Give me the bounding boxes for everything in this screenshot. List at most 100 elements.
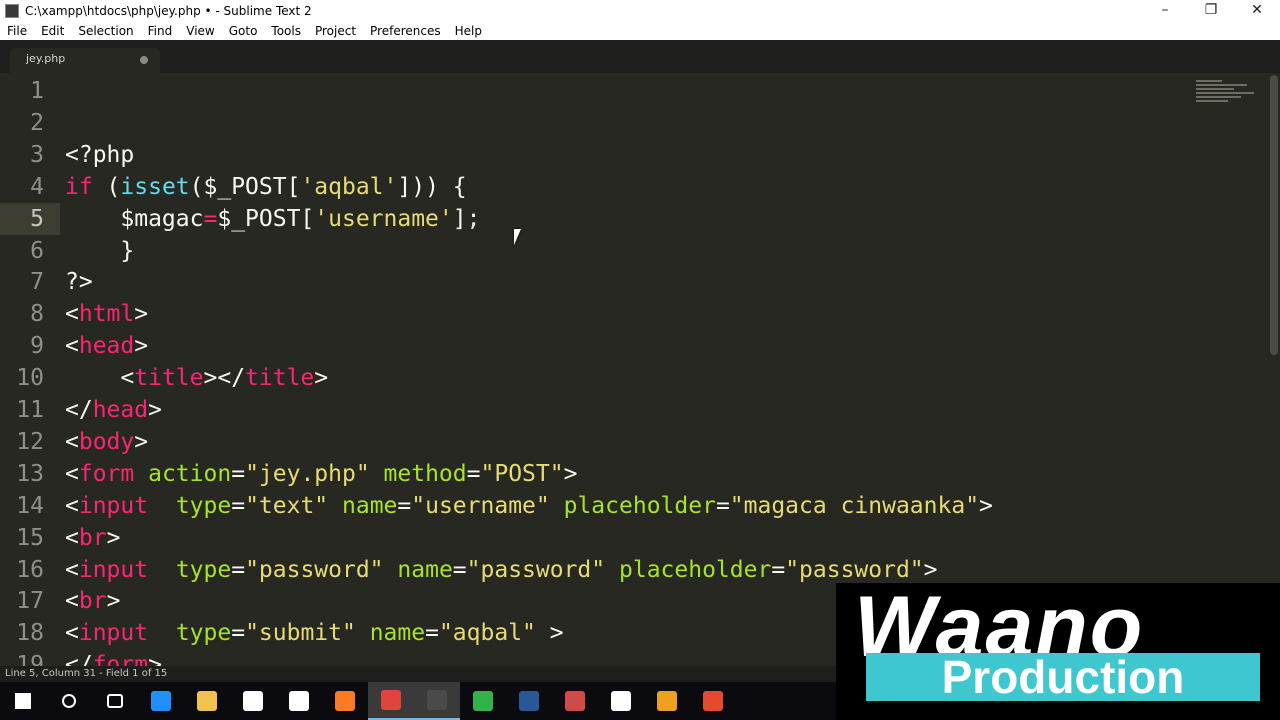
code-text: <input type="password" name="password" p…	[65, 554, 938, 586]
camtasia-taskbar-button[interactable]	[460, 682, 506, 720]
code-token: if	[65, 173, 93, 200]
sublime-taskbar-button[interactable]	[414, 682, 460, 720]
code-line[interactable]: 6 }	[0, 235, 1268, 267]
code-token: >	[979, 492, 993, 519]
code-line[interactable]: 7 ?>	[0, 266, 1268, 298]
task-view-taskbar-button[interactable]	[92, 682, 138, 720]
code-line[interactable]: 2	[0, 107, 1268, 139]
obs-taskbar-button[interactable]	[644, 682, 690, 720]
code-token: ])) {	[397, 173, 467, 200]
code-text: if (isset($_POST['aqbal'])) {	[65, 171, 467, 203]
search-taskbar-button[interactable]	[46, 682, 92, 720]
obs-icon	[657, 691, 677, 711]
mail-icon	[289, 691, 309, 711]
codeigniter-icon	[703, 691, 723, 711]
line-number: 8	[30, 301, 44, 328]
code-token: title	[134, 365, 204, 392]
codeigniter-taskbar-button[interactable]	[690, 682, 736, 720]
code-token: title	[245, 365, 315, 392]
code-token: </	[65, 652, 93, 666]
code-token: "aqbal"	[438, 620, 536, 647]
edge-taskbar-button[interactable]	[138, 682, 184, 720]
line-number: 12	[16, 428, 44, 455]
code-token: "submit"	[245, 620, 356, 647]
menu-selection[interactable]: Selection	[71, 24, 140, 38]
code-token: "text"	[245, 492, 329, 519]
minimize-button[interactable]: –	[1142, 0, 1188, 22]
menu-find[interactable]: Find	[141, 24, 180, 38]
code-token: =	[397, 492, 412, 519]
code-token: =	[452, 556, 467, 583]
menu-file[interactable]: File	[0, 24, 34, 38]
close-button[interactable]: ✕	[1234, 0, 1280, 22]
scrollbar-thumb[interactable]	[1270, 75, 1278, 355]
code-token: type	[175, 556, 232, 583]
code-token: form	[92, 652, 149, 666]
code-token: isset	[120, 173, 190, 200]
code-token: br	[78, 524, 107, 551]
code-line[interactable]: 3 <?php	[0, 139, 1268, 171]
code-editor[interactable]: 1 2 3 <?php 4 if (isset($_POST['aqbal'])) {5 …	[0, 73, 1268, 666]
code-token: body	[78, 428, 135, 455]
menu-project[interactable]: Project	[308, 24, 363, 38]
menu-goto[interactable]: Goto	[222, 24, 265, 38]
code-token: ></	[203, 365, 246, 392]
code-line[interactable]: 12 <body>	[0, 426, 1268, 458]
menu-tools[interactable]: Tools	[264, 24, 308, 38]
chrome-icon	[381, 690, 401, 710]
code-token: <	[65, 333, 79, 360]
line-number: 3	[30, 141, 44, 168]
menu-edit[interactable]: Edit	[34, 24, 71, 38]
menu-bar: File Edit Selection Find View Goto Tools…	[0, 22, 1280, 40]
menu-preferences[interactable]: Preferences	[363, 24, 448, 38]
code-token: $_POST[	[217, 205, 315, 232]
menu-view[interactable]: View	[179, 24, 221, 38]
code-line[interactable]: 14 <input type="text" name="username" pla…	[0, 490, 1268, 522]
code-token: input	[78, 556, 149, 583]
code-line[interactable]: 1	[0, 75, 1268, 107]
word-taskbar-button[interactable]	[506, 682, 552, 720]
minimap[interactable]	[1196, 78, 1260, 116]
mail-taskbar-button[interactable]	[276, 682, 322, 720]
menu-help[interactable]: Help	[448, 24, 489, 38]
code-token: ($_POST[	[189, 173, 301, 200]
code-token: </	[65, 397, 93, 423]
maximize-button[interactable]: ❐	[1188, 0, 1234, 22]
code-line[interactable]: 10 <title></title>	[0, 362, 1268, 394]
code-line[interactable]: 13 <form action="jey.php" method="POST">	[0, 458, 1268, 490]
code-text: <?php	[65, 139, 134, 171]
xampp-taskbar-button[interactable]	[322, 682, 368, 720]
modified-dot-icon[interactable]	[140, 56, 148, 64]
line-number: 1	[30, 78, 44, 104]
line-number: 14	[16, 492, 44, 519]
file-explorer-taskbar-button[interactable]	[184, 682, 230, 720]
code-token: <	[65, 460, 79, 487]
vertical-scrollbar[interactable]	[1268, 73, 1280, 666]
line-number: 5	[0, 202, 60, 235]
code-token: input	[78, 492, 149, 519]
code-line[interactable]: 5 $magac=$_POST['username'];	[0, 202, 1268, 235]
code-token: <	[65, 301, 79, 328]
store-taskbar-button[interactable]	[230, 682, 276, 720]
video-editor-taskbar-button[interactable]	[598, 682, 644, 720]
code-line[interactable]: 8 <html>	[0, 298, 1268, 330]
chrome-taskbar-button[interactable]	[368, 682, 414, 720]
tab-jey-php[interactable]: jey.php	[10, 48, 160, 73]
word-icon	[519, 691, 539, 711]
code-token: >	[314, 365, 329, 392]
line-number: 16	[16, 556, 44, 583]
code-line[interactable]: 9 <head>	[0, 330, 1268, 362]
code-line[interactable]: 11 </head>	[0, 394, 1268, 426]
app-taskbar-button[interactable]	[552, 682, 598, 720]
code-token: placeholder	[563, 492, 716, 519]
code-line[interactable]: 15 <br>	[0, 522, 1268, 554]
line-number: 2	[30, 109, 44, 136]
start-taskbar-button[interactable]	[0, 682, 46, 720]
code-line[interactable]: 4 if (isset($_POST['aqbal'])) {	[0, 171, 1268, 203]
code-token: type	[175, 620, 232, 647]
watermark-logo: Waano Production	[836, 583, 1280, 720]
